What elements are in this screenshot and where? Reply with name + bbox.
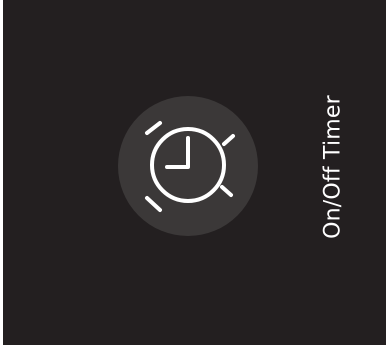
timer-button[interactable]: [118, 96, 258, 236]
timer-screen: On/Off Timer: [3, 0, 386, 345]
alarm-clock-icon: [145, 121, 235, 212]
timer-label: On/Off Timer: [320, 95, 346, 239]
